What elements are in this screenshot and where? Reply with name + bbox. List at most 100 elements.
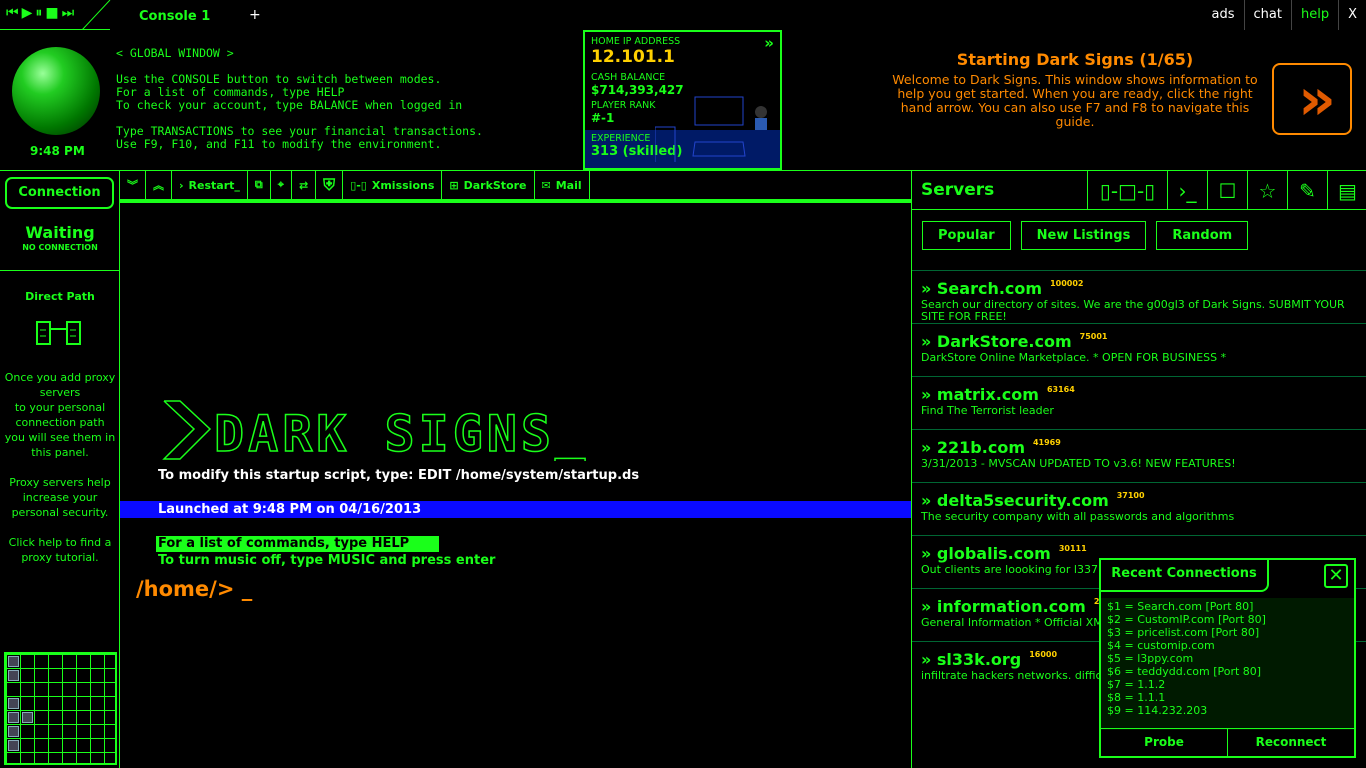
server-description: Search our directory of sites. We are th… <box>921 298 1345 323</box>
server-name[interactable]: » DarkStore.com <box>921 332 1072 351</box>
server-name[interactable]: » 221b.com <box>921 438 1025 457</box>
filter-random[interactable]: Random <box>1156 221 1249 250</box>
restart-button[interactable]: › Restart_ <box>172 171 248 199</box>
recent-connection-item[interactable]: $1 = Search.com [Port 80] <box>1107 600 1348 613</box>
probe-button[interactable]: Probe <box>1101 729 1228 756</box>
scroll-down-button[interactable]: ︾ <box>120 171 146 199</box>
server-hits: 30111 <box>1058 544 1087 553</box>
divider <box>0 270 120 271</box>
divider <box>82 0 111 30</box>
guide-text: Welcome to Dark Signs. This window shows… <box>892 72 1258 129</box>
connection-button[interactable]: Connection <box>5 177 114 209</box>
filter-new-listings[interactable]: New Listings <box>1020 221 1147 250</box>
chat-link[interactable]: chat <box>1243 0 1291 30</box>
pause-icon[interactable]: ⏸ <box>35 5 42 24</box>
server-description: Find The Terrorist leader <box>921 404 1054 417</box>
filter-popular[interactable]: Popular <box>922 221 1011 250</box>
darkstore-button[interactable]: ⊞ DarkStore <box>442 171 535 199</box>
xmissions-button[interactable]: ▯-▯ Xmissions <box>343 171 443 199</box>
servers-title: Servers <box>921 180 995 200</box>
server-description: DarkStore Online Marketplace. * OPEN FOR… <box>921 351 1227 364</box>
shield-icon: ⛨ <box>323 175 336 194</box>
globe-icon <box>12 47 100 135</box>
recent-connection-item[interactable]: $2 = CustomIP.com [Port 80] <box>1107 613 1348 626</box>
tab-console-1[interactable]: Console 1 <box>139 9 210 24</box>
server-name[interactable]: » sl33k.org <box>921 650 1021 669</box>
player-stats-panel: » HOME IP ADDRESS 12.101.1 CASH BALANCE … <box>583 30 782 170</box>
recent-connection-item[interactable]: $4 = customip.com <box>1107 639 1348 652</box>
recent-connection-item[interactable]: $7 = 1.1.2 <box>1107 678 1348 691</box>
store-grid-icon: ⊞ <box>449 178 459 192</box>
server-name[interactable]: » information.com <box>921 597 1086 616</box>
help-hint: For a list of commands, type HELP <box>156 536 439 552</box>
scroll-up-button[interactable]: ︽ <box>146 171 172 199</box>
close-button[interactable]: X <box>1338 0 1366 30</box>
recent-connection-item[interactable]: $6 = teddydd.com [Port 80] <box>1107 665 1348 678</box>
edit-button[interactable]: ✎ <box>1287 171 1327 210</box>
terminal-button[interactable]: ›_ <box>1167 171 1207 210</box>
guide-next-button[interactable]: ›› <box>1272 63 1352 135</box>
help-link[interactable]: help <box>1290 0 1338 30</box>
server-name[interactable]: » matrix.com <box>921 385 1039 404</box>
stop-icon[interactable]: ■ <box>45 5 58 24</box>
expand-icon[interactable]: » <box>764 34 774 52</box>
startup-hint: To modify this startup script, type: EDI… <box>158 468 640 483</box>
crosshair-icon: ⌖ <box>277 178 284 191</box>
command-prompt[interactable]: /home/> _ <box>136 577 252 601</box>
console-output[interactable]: DARK SIGNS_ To modify this startup scrip… <box>120 203 911 768</box>
target-button[interactable]: ⌖ <box>271 171 292 199</box>
server-list-item[interactable]: » matrix.com 63164 Find The Terrorist lead… <box>912 376 1366 429</box>
server-hits: 63164 <box>1046 385 1075 394</box>
server-list-item[interactable]: » Search.com 100002 Search our directory o… <box>912 270 1366 323</box>
transfer-button[interactable]: ⇄ <box>292 171 317 199</box>
mail-button[interactable]: ✉ Mail <box>535 171 590 199</box>
server-name[interactable]: » delta5security.com <box>921 491 1109 510</box>
launch-banner: Launched at 9:48 PM on 04/16/2013 <box>120 501 911 518</box>
face-button[interactable]: ☐ <box>1207 171 1247 210</box>
ads-link[interactable]: ads <box>1203 0 1244 30</box>
skip-forward-icon[interactable]: ⏭ <box>62 5 75 24</box>
top-bar: ⏮ ▶ ⏸ ■ ⏭ Console 1 + ads chat help X <box>0 0 1366 30</box>
server-list-item[interactable]: » DarkStore.com 75001 DarkStore Online Mar… <box>912 323 1366 376</box>
recent-connections-list: $1 = Search.com [Port 80] $2 = CustomIP.c… <box>1101 598 1354 730</box>
play-icon[interactable]: ▶ <box>22 5 33 24</box>
server-name[interactable]: » Search.com <box>921 279 1042 298</box>
connection-panel: Connection Waiting NO CONNECTION Direct … <box>0 171 120 768</box>
skip-back-icon[interactable]: ⏮ <box>6 5 19 24</box>
svg-text:DARK SIGNS_: DARK SIGNS_ <box>214 405 589 461</box>
darkstore-label: DarkStore <box>463 178 527 192</box>
notes-button[interactable]: ▤ <box>1327 171 1366 210</box>
double-chevron-up-icon: ︽ <box>153 179 164 192</box>
network-map[interactable] <box>4 652 117 765</box>
path-title: Direct Path <box>25 290 95 303</box>
server-list-item[interactable]: » delta5security.com 37100 The security co… <box>912 482 1366 535</box>
connection-status: Waiting <box>25 223 95 242</box>
proxy-help-text: Once you add proxy servers to your perso… <box>4 371 116 564</box>
mail-label: Mail <box>555 178 582 192</box>
cash-label: CASH BALANCE <box>591 72 666 83</box>
recent-connection-item[interactable]: $8 = 1.1.1 <box>1107 691 1348 704</box>
dark-signs-logo: DARK SIGNS_ <box>162 400 589 461</box>
ip-label: HOME IP ADDRESS <box>591 36 681 47</box>
server-hits: 37100 <box>1116 491 1145 500</box>
server-name[interactable]: » globalis.com <box>921 544 1051 563</box>
server-list-item[interactable]: » 221b.com 41969 3/31/2013 - MVSCAN UPDATE… <box>912 429 1366 482</box>
server-description: The security company with all passwords … <box>921 510 1235 523</box>
add-tab-button[interactable]: + <box>249 7 261 23</box>
server-link-icon: ▯-▯ <box>350 178 367 192</box>
close-icon[interactable]: ✕ <box>1324 564 1348 588</box>
mail-icon: ✉ <box>541 178 551 192</box>
security-button[interactable]: ⛨ <box>316 171 344 199</box>
xmissions-label: Xmissions <box>371 178 435 192</box>
music-hint: To turn music off, type MUSIC and press … <box>158 553 496 568</box>
favorites-button[interactable]: ☆ <box>1247 171 1287 210</box>
recent-connection-item[interactable]: $3 = pricelist.com [Port 80] <box>1107 626 1348 639</box>
terminal-icon: ›_ <box>1178 178 1197 203</box>
windows-button[interactable]: ⧉ <box>248 171 271 199</box>
server-hits: 41969 <box>1032 438 1061 447</box>
global-window-text: < GLOBAL WINDOW > Use the CONSOLE button… <box>116 46 483 151</box>
reconnect-button[interactable]: Reconnect <box>1228 729 1354 756</box>
recent-connection-item[interactable]: $5 = l3ppy.com <box>1107 652 1348 665</box>
network-button[interactable]: ▯-□-▯ <box>1087 171 1167 210</box>
recent-connection-item[interactable]: $9 = 114.232.203 <box>1107 704 1348 717</box>
